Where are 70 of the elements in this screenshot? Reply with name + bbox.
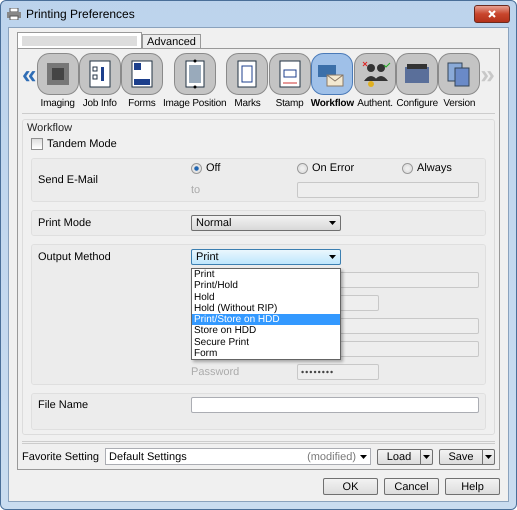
dropdown-option[interactable]: Print: [192, 269, 340, 280]
caret-icon: [329, 221, 336, 225]
page-layout-icon: [174, 53, 216, 95]
category-button[interactable]: Image Position: [162, 53, 226, 109]
dropdown-option[interactable]: Secure Print: [192, 336, 340, 348]
scroll-left-button[interactable]: «: [22, 61, 36, 87]
output-method-dropdown[interactable]: Print: [191, 249, 341, 265]
dropdown-option[interactable]: Hold (Without RIP): [192, 302, 340, 314]
dropdown-option[interactable]: Print/Hold: [192, 280, 340, 292]
blurred-tab[interactable]: [17, 32, 142, 48]
window-title: Printing Preferences: [26, 7, 136, 21]
dialog-button[interactable]: Help: [445, 478, 500, 495]
radio-option[interactable]: On Error: [297, 162, 402, 174]
field-label: Output Method: [38, 251, 112, 263]
caret-icon: [423, 454, 430, 458]
split-button[interactable]: Load: [377, 448, 433, 464]
split-button[interactable]: Save: [439, 448, 495, 464]
favorite-setting-dropdown[interactable]: Default Settings (modified): [105, 448, 371, 465]
caret-icon: [360, 454, 367, 458]
print-mode-dropdown[interactable]: Normal: [191, 215, 341, 231]
radio-option[interactable]: Always: [402, 162, 479, 174]
dropdown-option[interactable]: Store on HDD: [192, 325, 340, 337]
category-button[interactable]: Job Info: [78, 53, 121, 109]
checkbox[interactable]: [31, 138, 43, 150]
stamp-document-icon: [268, 53, 311, 95]
printer-icon: [396, 53, 438, 95]
dialog-button[interactable]: Cancel: [384, 478, 439, 495]
category-button[interactable]: Forms: [120, 53, 163, 109]
field-label: File Name: [38, 399, 90, 411]
tab[interactable]: Advanced: [142, 34, 201, 48]
square-icon: [36, 53, 79, 95]
category-button[interactable]: Imaging: [36, 53, 79, 109]
checkbox-label: Tandem Mode: [47, 138, 117, 150]
caret-icon: [485, 454, 492, 458]
category-button[interactable]: Version: [438, 53, 480, 109]
field-label: Send E-Mail: [38, 174, 99, 186]
dialog-button[interactable]: OK: [323, 478, 378, 495]
tandem-mode-checkbox[interactable]: Tandem Mode: [31, 138, 486, 150]
envelope-icon: [311, 53, 354, 95]
category-button[interactable]: Authent.: [354, 53, 396, 109]
category-button[interactable]: Marks: [226, 53, 268, 109]
dropdown-option[interactable]: Form: [192, 348, 340, 360]
category-button[interactable]: Workflow: [310, 53, 354, 109]
radio-label: On Error: [312, 162, 354, 174]
info-document-icon: [78, 53, 121, 95]
email-field[interactable]: [297, 182, 479, 198]
dropdown-option[interactable]: Hold: [192, 292, 340, 303]
field-label: Password: [191, 366, 240, 378]
radio-label: Off: [206, 162, 220, 174]
category-button[interactable]: Stamp: [268, 53, 311, 109]
file-name-field[interactable]: [191, 397, 479, 413]
stacked-pages-icon: [438, 53, 480, 95]
radio-button[interactable]: [402, 162, 413, 174]
group-title: Workflow: [27, 122, 74, 134]
close-icon: [488, 10, 496, 18]
field-label: Print Mode: [38, 217, 92, 229]
radio-button[interactable]: [191, 162, 202, 174]
field-label: Favorite Setting: [22, 450, 100, 462]
radio-label: Always: [417, 162, 452, 174]
field-label: to: [191, 184, 202, 196]
radio-button[interactable]: [297, 162, 308, 174]
caret-icon: [329, 255, 336, 259]
printer-icon: [7, 8, 21, 20]
password-field[interactable]: ••••••••: [297, 364, 379, 380]
form-document-icon: [120, 53, 163, 95]
crop-marks-icon: [226, 53, 268, 95]
radio-option[interactable]: Off: [191, 162, 297, 174]
category-button[interactable]: Configure: [396, 53, 438, 109]
users-key-icon: [354, 53, 396, 95]
close-button[interactable]: [474, 5, 510, 23]
